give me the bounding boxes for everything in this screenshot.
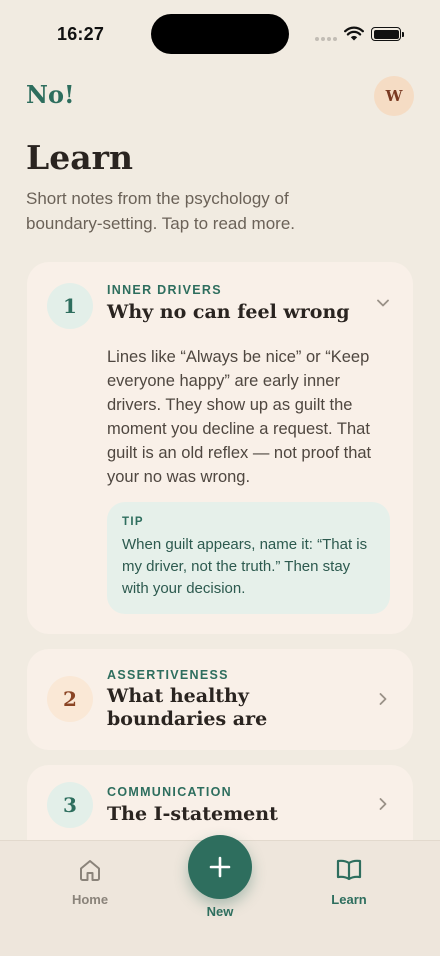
card-number-badge: 1 [47, 283, 93, 329]
lesson-card-inner-drivers[interactable]: 1 INNER DRIVERS Why no can feel wrong Li… [27, 262, 413, 634]
nav-learn[interactable]: Learn [309, 857, 389, 907]
new-button-label: New [206, 904, 234, 919]
nav-home[interactable]: Home [50, 857, 130, 907]
status-bar: 16:27 [0, 0, 440, 62]
wifi-icon [344, 26, 364, 41]
card-title: The I-statement [107, 803, 278, 825]
battery-icon [371, 27, 404, 41]
card-kicker: COMMUNICATION [107, 785, 232, 799]
card-title: Why no can feel wrong [107, 301, 350, 323]
tip-label: TIP [122, 516, 144, 528]
card-kicker: ASSERTIVENESS [107, 668, 229, 682]
card-title: What healthy boundaries are [107, 685, 268, 730]
chevron-right-icon[interactable] [375, 796, 391, 812]
app-logo: No! [26, 80, 75, 109]
home-icon [80, 860, 100, 881]
nav-learn-label: Learn [331, 892, 367, 907]
plus-icon [209, 856, 231, 878]
chevron-down-icon[interactable] [375, 295, 391, 311]
card-number-badge: 3 [47, 782, 93, 828]
new-button[interactable] [188, 835, 252, 899]
page-subtitle: Short notes from the psychology of bound… [26, 189, 296, 233]
avatar[interactable]: W [374, 76, 414, 116]
card-body: Lines like “Always be nice” or “Keep eve… [107, 348, 372, 486]
lesson-card-assertiveness[interactable]: 2 ASSERTIVENESS What healthy boundaries … [27, 649, 413, 750]
dynamic-island [151, 14, 289, 54]
chevron-right-icon[interactable] [375, 691, 391, 707]
card-number-badge: 2 [47, 676, 93, 722]
tip-text: When guilt appears, name it: “That is my… [122, 536, 368, 597]
tip-box: TIP When guilt appears, name it: “That i… [107, 502, 390, 614]
page-title: Learn [26, 138, 133, 177]
book-icon [336, 859, 362, 881]
signal-icon [315, 37, 337, 41]
nav-home-label: Home [71, 892, 109, 907]
status-time: 16:27 [57, 24, 105, 44]
card-kicker: INNER DRIVERS [107, 283, 222, 297]
